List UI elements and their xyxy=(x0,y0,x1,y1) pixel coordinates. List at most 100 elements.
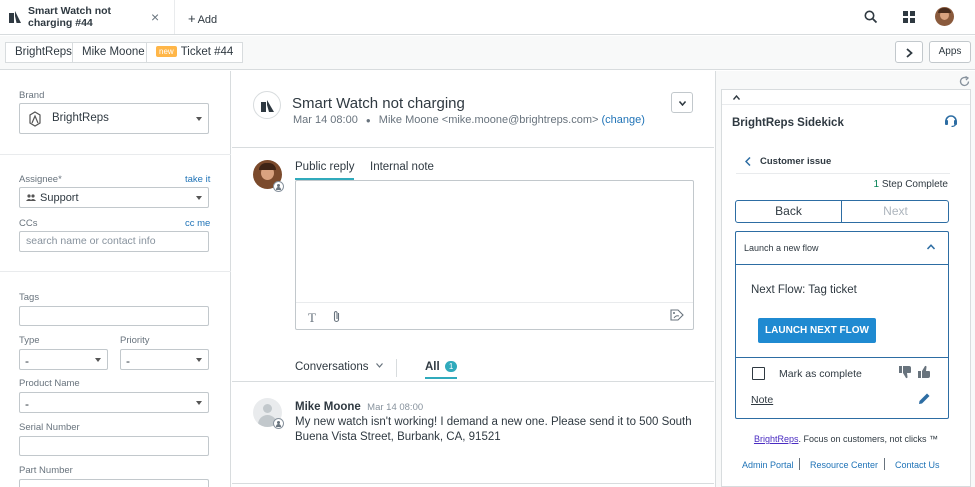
chevron-down-icon xyxy=(196,116,202,121)
nav-button-group: Back Next xyxy=(735,200,949,223)
ticket-options-button[interactable] xyxy=(671,92,693,113)
separator-dot: ● xyxy=(365,116,371,125)
mark-complete-label: Mark as complete xyxy=(779,368,862,380)
tab-public-reply[interactable]: Public reply xyxy=(295,161,355,180)
take-it-link[interactable]: take it xyxy=(185,174,210,185)
chevron-up-icon[interactable] xyxy=(927,244,935,250)
launch-next-flow-button[interactable]: LAUNCH NEXT FLOW xyxy=(758,318,876,343)
breadcrumb-brand[interactable]: BrightReps xyxy=(5,42,82,63)
part-number-label: Part Number xyxy=(19,465,73,476)
chevron-left-icon[interactable] xyxy=(745,157,751,166)
divider xyxy=(736,264,948,265)
ticket-conversation-panel: Smart Watch not charging Mar 14 08:00 ● … xyxy=(232,71,714,487)
message-time: Mar 14 08:00 xyxy=(367,402,424,413)
launch-flow-header[interactable]: Launch a new flow xyxy=(744,243,819,253)
tab-title: Smart Watch not charging #44 xyxy=(28,5,112,29)
close-icon[interactable]: × xyxy=(151,9,159,25)
change-requester-link[interactable]: (change) xyxy=(602,114,645,126)
priority-value: - xyxy=(126,354,130,368)
next-button[interactable]: Next xyxy=(843,201,948,222)
refresh-icon[interactable] xyxy=(959,76,970,87)
product-name-value: - xyxy=(25,397,29,411)
message-body: My new watch isn't working! I demand a n… xyxy=(295,416,692,443)
macro-icon[interactable] xyxy=(670,309,684,321)
attachment-icon[interactable] xyxy=(332,310,341,323)
priority-label: Priority xyxy=(120,335,150,346)
mark-complete-checkbox[interactable] xyxy=(752,367,765,380)
search-icon[interactable] xyxy=(864,10,878,24)
admin-portal-link[interactable]: Admin Portal xyxy=(742,460,794,470)
cc-me-link[interactable]: cc me xyxy=(185,218,210,229)
text-format-icon[interactable]: T xyxy=(308,310,316,326)
top-bar: Smart Watch not charging #44 × + Add xyxy=(0,0,975,35)
tags-input[interactable] xyxy=(19,306,209,326)
apps-button[interactable]: Apps xyxy=(929,41,971,63)
divider xyxy=(0,154,231,155)
type-label: Type xyxy=(19,335,40,346)
breadcrumb-ticket[interactable]: new Ticket #44 xyxy=(146,42,244,63)
expand-apps-button[interactable] xyxy=(895,41,923,63)
chevron-down-icon xyxy=(375,363,383,368)
user-badge-icon xyxy=(273,181,284,192)
breadcrumb-requester[interactable]: Mike Moone xyxy=(72,42,155,63)
add-tab-button[interactable]: + Add xyxy=(188,11,217,26)
product-name-select[interactable]: - xyxy=(19,392,209,413)
reply-editor[interactable]: T xyxy=(295,180,694,330)
divider xyxy=(232,381,714,382)
chevron-up-icon[interactable] xyxy=(733,95,740,100)
apps-grid-icon[interactable] xyxy=(903,11,915,23)
thumbs-up-icon[interactable] xyxy=(918,365,931,378)
message-author: Mike Moone xyxy=(295,401,361,413)
chevron-down-icon xyxy=(95,357,101,362)
section-title: Customer issue xyxy=(760,156,832,167)
step-count: 1 xyxy=(873,179,880,190)
ticket-subject: Smart Watch not charging xyxy=(292,95,465,112)
editor-toolbar-divider xyxy=(296,302,693,303)
note-link[interactable]: Note xyxy=(751,394,773,406)
ticket-tab[interactable]: Smart Watch not charging #44 × xyxy=(0,0,175,34)
divider xyxy=(736,357,948,358)
ticket-logo-icon xyxy=(9,11,22,23)
sidekick-app: BrightReps Sidekick Customer issue 1 Ste… xyxy=(721,89,971,487)
ticket-logo-icon xyxy=(261,100,275,112)
tab-internal-note[interactable]: Internal note xyxy=(370,161,434,173)
divider xyxy=(722,104,970,105)
conversations-filter[interactable]: Conversations xyxy=(295,361,383,373)
ticket-properties-panel: Brand BrightReps Assignee* take it Suppo… xyxy=(0,71,231,487)
add-label: Add xyxy=(197,14,218,26)
resource-center-link[interactable]: Resource Center xyxy=(810,460,878,470)
brightreps-link[interactable]: BrightReps xyxy=(754,434,799,444)
footer-tagline: . Focus on customers, not clicks ™ xyxy=(798,434,939,444)
back-button[interactable]: Back xyxy=(736,201,842,222)
tags-label: Tags xyxy=(19,292,40,303)
user-badge-icon xyxy=(273,418,284,429)
ticket-meta: Mar 14 08:00 ● Mike Moone <mike.moone@br… xyxy=(293,114,645,126)
pencil-icon[interactable] xyxy=(918,392,931,405)
part-number-input[interactable] xyxy=(19,479,209,487)
tab-all-label: All xyxy=(425,361,440,373)
brand-avatar xyxy=(253,91,281,119)
breadcrumb-bar: BrightReps Mike Moone new Ticket #44 Apps xyxy=(0,36,975,70)
breadcrumb-ticket-label: Ticket #44 xyxy=(180,46,234,58)
plus-icon: + xyxy=(188,11,196,26)
launch-flow-panel: Launch a new flow Next Flow: Tag ticket … xyxy=(735,231,949,419)
assignee-select[interactable]: Support xyxy=(19,187,209,208)
contact-us-link[interactable]: Contact Us xyxy=(895,460,940,470)
brand-value: BrightReps xyxy=(52,112,109,124)
chevron-down-icon xyxy=(679,101,686,106)
user-avatar[interactable] xyxy=(935,7,954,26)
headset-icon[interactable] xyxy=(944,113,958,127)
priority-select[interactable]: - xyxy=(120,349,209,370)
sidekick-title: BrightReps Sidekick xyxy=(732,117,844,129)
ticket-requester: Mike Moone <mike.moone@brightreps.com> xyxy=(378,114,599,126)
thumbs-down-icon[interactable] xyxy=(899,366,912,379)
cc-search-input[interactable]: search name or contact info xyxy=(19,231,209,252)
serial-number-label: Serial Number xyxy=(19,422,80,433)
divider xyxy=(232,147,714,148)
tab-all[interactable]: All 1 xyxy=(425,361,458,379)
brand-select[interactable]: BrightReps xyxy=(19,103,209,134)
type-select[interactable]: - xyxy=(19,349,108,370)
serial-number-input[interactable] xyxy=(19,436,209,456)
ccs-label: CCs xyxy=(19,218,38,229)
brand-logo-icon xyxy=(28,111,42,127)
